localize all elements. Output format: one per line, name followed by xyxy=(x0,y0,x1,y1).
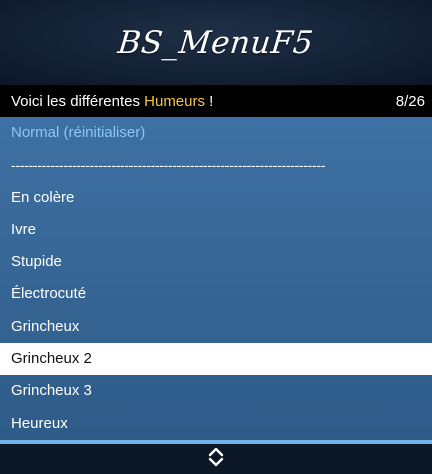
menu-separator: ----------------------------------------… xyxy=(11,157,326,174)
subtitle-text: Voici les différentes Humeurs ! xyxy=(11,93,213,110)
subtitle-bar: Voici les différentes Humeurs ! 8/26 xyxy=(0,85,432,117)
menu-title: BS_MenuF5 xyxy=(116,24,316,61)
menu-item-grincheux[interactable]: Grincheux xyxy=(0,311,432,343)
menu-item-ivre[interactable]: Ivre xyxy=(0,214,432,246)
subtitle-highlight: Humeurs xyxy=(144,92,205,110)
menu-item-electrocute[interactable]: Électrocuté xyxy=(0,278,432,310)
up-down-arrows-icon[interactable] xyxy=(208,447,224,472)
menu-item-heureux[interactable]: Heureux xyxy=(0,408,432,440)
menu-item-grincheux-2[interactable]: Grincheux 2 xyxy=(0,343,432,376)
menu-footer xyxy=(0,444,432,474)
menu-item-en-colere[interactable]: En colère xyxy=(0,182,432,214)
menu-item-reset[interactable]: Normal (réinitialiser) xyxy=(0,117,432,149)
subtitle-suffix: ! xyxy=(205,92,214,110)
menu-item-stupide[interactable]: Stupide xyxy=(0,246,432,278)
menu-panel: BS_MenuF5 Voici les différentes Humeurs … xyxy=(0,0,432,474)
menu-item-grincheux-3[interactable]: Grincheux 3 xyxy=(0,375,432,407)
menu-items: Normal (réinitialiser) -----------------… xyxy=(0,117,432,440)
subtitle-prefix: Voici les différentes xyxy=(11,92,145,110)
item-counter: 8/26 xyxy=(395,92,425,110)
menu-banner: BS_MenuF5 xyxy=(0,0,432,85)
